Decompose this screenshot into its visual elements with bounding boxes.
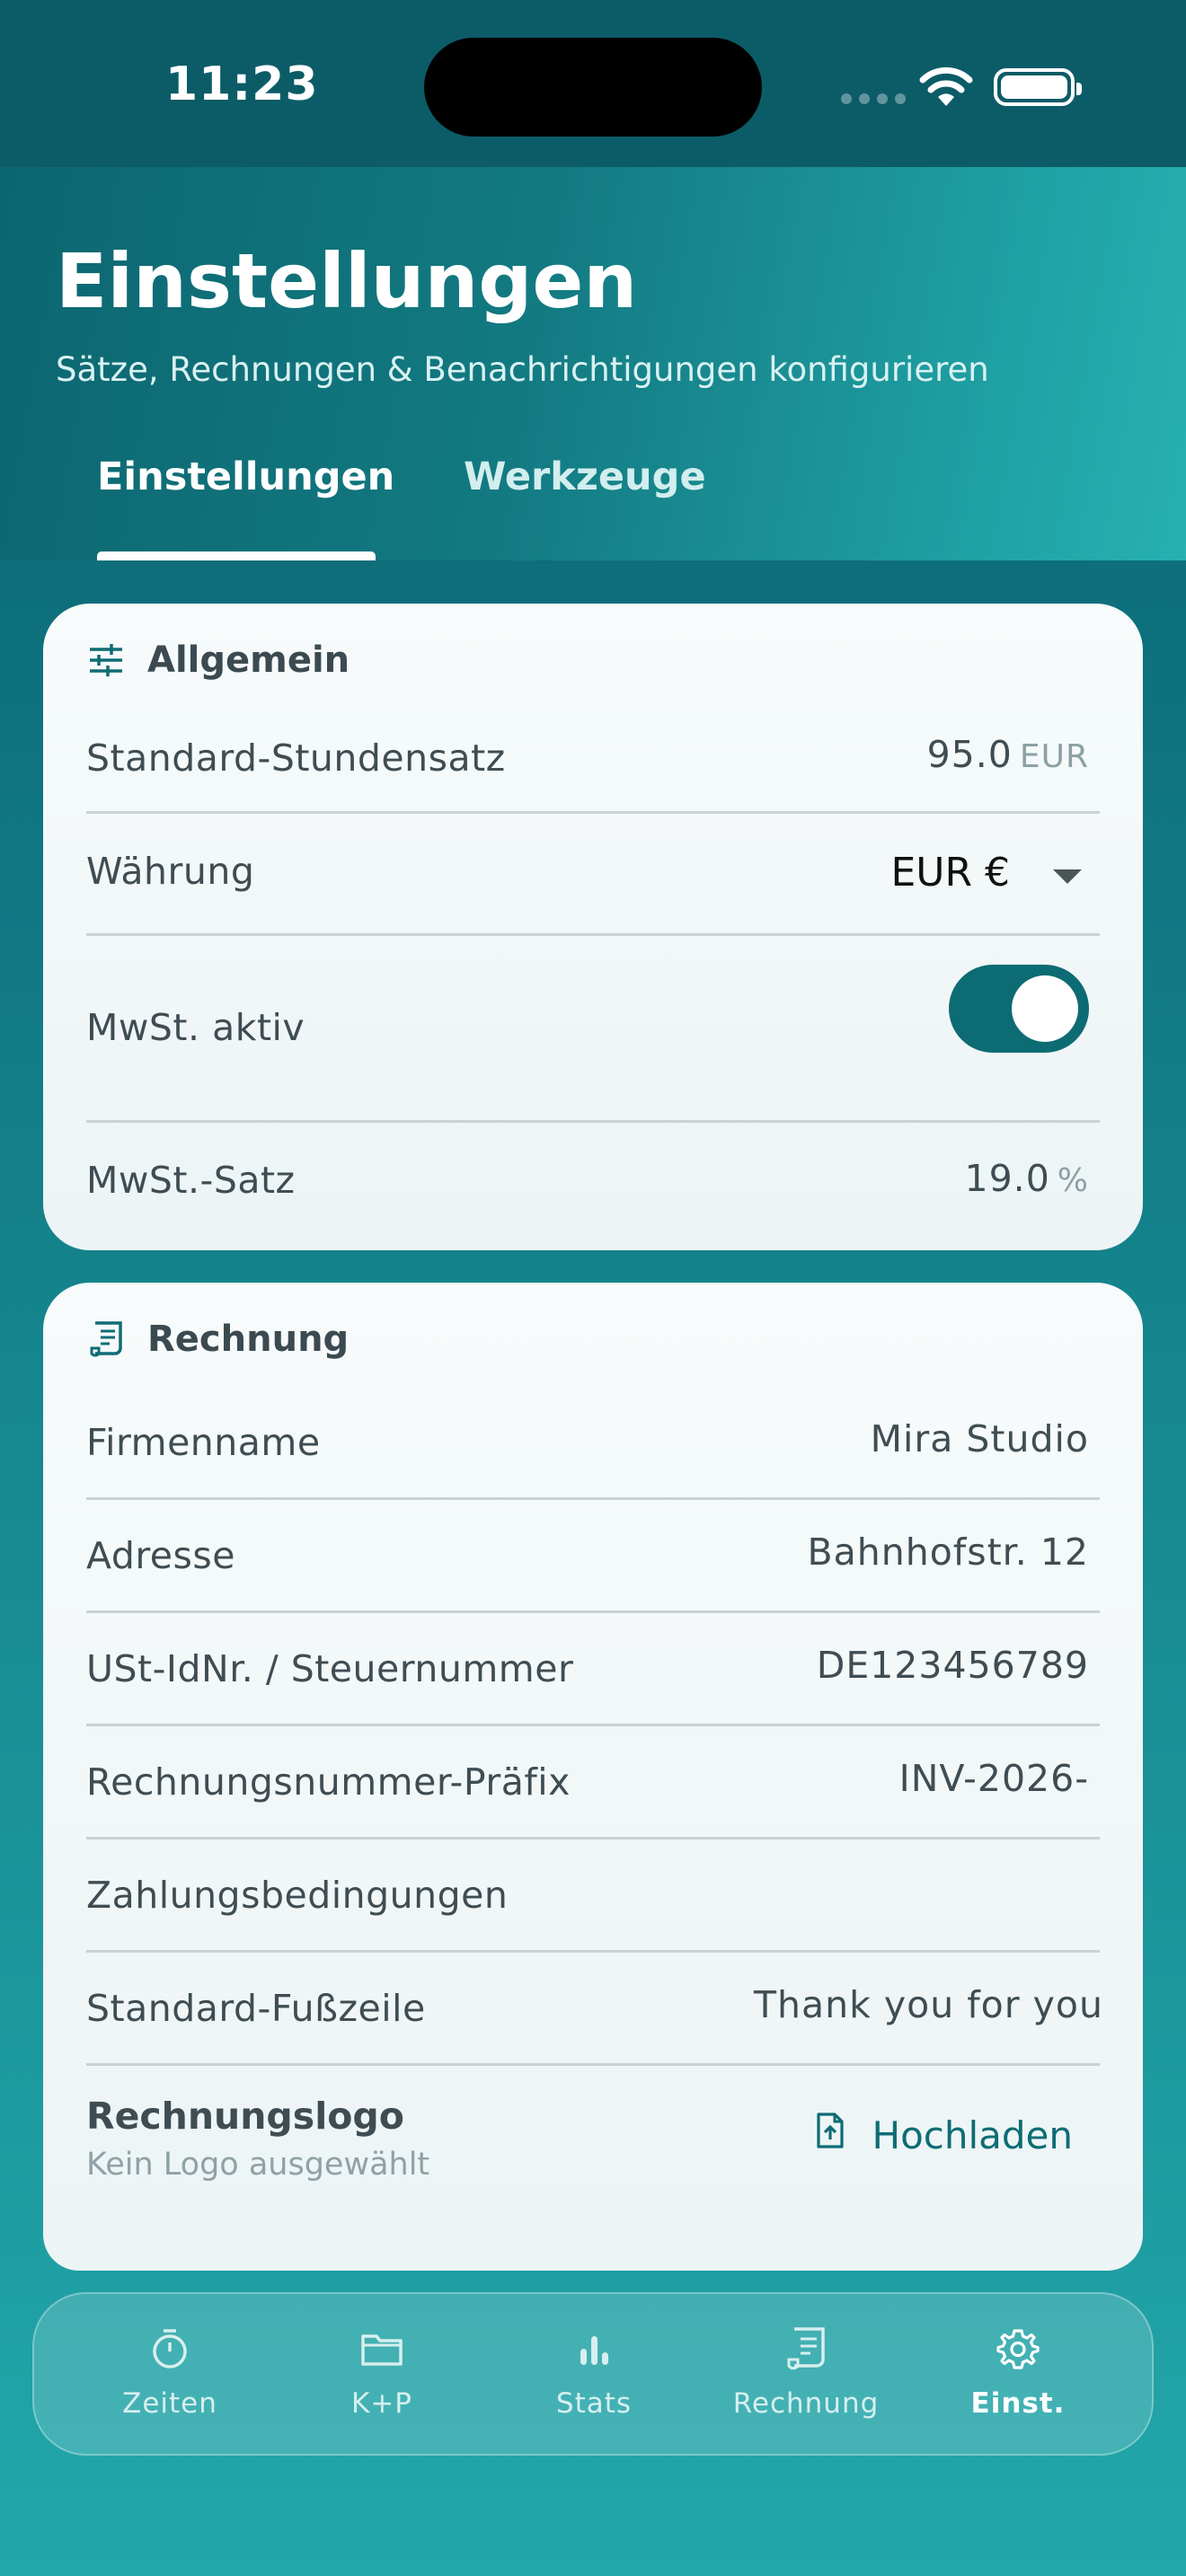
vat-rate-row[interactable]: MwSt.-Satz 19.0%: [86, 1123, 1100, 1231]
hourly-rate-unit: EUR: [1019, 738, 1089, 775]
footer-label: Standard-Fußzeile: [86, 1987, 426, 2030]
general-card-title: Allgemein: [147, 640, 350, 681]
tab-einstellungen[interactable]: Einstellungen: [97, 454, 394, 499]
invoice-card-title: Rechnung: [147, 1319, 350, 1360]
hourly-rate-field[interactable]: 95.0 EUR: [927, 733, 1089, 776]
currency-row[interactable]: Währung EUR €: [86, 814, 1100, 936]
vat-rate-field[interactable]: 19.0%: [964, 1157, 1089, 1200]
currency-label: Währung: [86, 850, 255, 893]
invoice-prefix-field[interactable]: INV-2026-: [899, 1757, 1089, 1800]
sliders-icon: [88, 642, 124, 678]
nav-label-kp: K+P: [351, 2387, 412, 2420]
general-card-header: Allgemein: [88, 640, 350, 681]
address-label: Adresse: [86, 1534, 235, 1577]
nav-item-stats[interactable]: Stats: [504, 2326, 684, 2420]
upload-file-icon: [816, 2113, 845, 2157]
invoice-logo-status: Kein Logo ausgewählt: [86, 2147, 430, 2183]
address-row[interactable]: Adresse Bahnhofstr. 12: [86, 1500, 1100, 1613]
nav-label-stats: Stats: [555, 2387, 633, 2420]
upload-logo-button[interactable]: Hochladen: [816, 2113, 1073, 2157]
nav-item-kp[interactable]: K+P: [292, 2326, 472, 2420]
company-name-label: Firmenname: [86, 1421, 321, 1464]
stopwatch-icon: [80, 2326, 260, 2371]
vat-active-row: MwSt. aktiv: [86, 936, 1100, 1123]
invoice-settings-card: Rechnung Firmenname Mira Studio Adresse …: [43, 1283, 1143, 2271]
status-time: 11:23: [165, 57, 319, 111]
footer-row[interactable]: Standard-Fußzeile Thank you for you: [86, 1953, 1103, 2066]
company-name-row[interactable]: Firmenname Mira Studio: [86, 1389, 1100, 1500]
page-title: Einstellungen: [56, 237, 638, 325]
general-settings-card: Allgemein Standard-Stundensatz 95.0 EUR W…: [43, 604, 1143, 1250]
nav-label-zeiten: Zeiten: [122, 2387, 217, 2420]
wifi-icon: [918, 65, 974, 111]
nav-label-einstellungen: Einst.: [970, 2387, 1066, 2420]
invoice-logo-label: Rechnungslogo: [86, 2095, 404, 2138]
payment-terms-label: Zahlungsbedingungen: [86, 1874, 509, 1917]
receipt-icon: [716, 2326, 896, 2371]
page-header: Einstellungen Sätze, Rechnungen & Benach…: [0, 167, 1186, 560]
nav-item-zeiten[interactable]: Zeiten: [80, 2326, 260, 2420]
invoice-logo-row: Rechnungslogo Kein Logo ausgewählt Hochl…: [86, 2095, 1100, 2211]
active-tab-indicator: [97, 551, 376, 560]
hourly-rate-value: 95.0: [926, 733, 1013, 776]
vat-active-toggle[interactable]: [949, 965, 1089, 1053]
gear-icon: [928, 2326, 1108, 2371]
folder-icon: [292, 2326, 472, 2371]
dynamic-island: [424, 38, 762, 137]
bar-chart-icon: [504, 2326, 684, 2371]
tax-id-label: USt-IdNr. / Steuernummer: [86, 1647, 574, 1690]
company-name-field[interactable]: Mira Studio: [871, 1417, 1089, 1460]
hourly-rate-label: Standard-Stundensatz: [86, 737, 506, 780]
upload-logo-label: Hochladen: [872, 2113, 1073, 2157]
tab-bar: Einstellungen Werkzeuge: [0, 437, 1186, 560]
currency-select[interactable]: EUR €: [890, 850, 1010, 895]
invoice-prefix-row[interactable]: Rechnungsnummer-Präfix INV-2026-: [86, 1726, 1100, 1839]
tax-id-row[interactable]: USt-IdNr. / Steuernummer DE123456789: [86, 1613, 1100, 1726]
battery-icon: [994, 68, 1082, 106]
bottom-navigation: Zeiten K+P Stats Rechnung Einst.: [32, 2292, 1154, 2456]
vat-rate-value: 19.0: [964, 1157, 1050, 1200]
nav-label-rechnung: Rechnung: [732, 2387, 880, 2420]
chevron-down-icon[interactable]: [1053, 869, 1082, 884]
receipt-icon: [88, 1321, 124, 1357]
status-bar: 11:23: [0, 0, 1186, 167]
hourly-rate-row[interactable]: Standard-Stundensatz 95.0 EUR: [86, 711, 1100, 814]
tab-werkzeuge[interactable]: Werkzeuge: [464, 454, 706, 499]
footer-field[interactable]: Thank you for you: [754, 1983, 1103, 2026]
address-field[interactable]: Bahnhofstr. 12: [808, 1531, 1090, 1574]
vat-rate-unit: %: [1057, 1162, 1089, 1199]
tax-id-field[interactable]: DE123456789: [817, 1644, 1089, 1687]
signal-icon: [841, 93, 906, 104]
page-subtitle: Sätze, Rechnungen & Benachrichtigungen k…: [56, 350, 989, 389]
invoice-card-header: Rechnung: [88, 1319, 349, 1360]
nav-item-rechnung[interactable]: Rechnung: [716, 2326, 896, 2420]
payment-terms-row[interactable]: Zahlungsbedingungen: [86, 1839, 1100, 1953]
vat-active-label: MwSt. aktiv: [86, 1006, 305, 1049]
invoice-prefix-label: Rechnungsnummer-Präfix: [86, 1760, 571, 1804]
vat-rate-label: MwSt.-Satz: [86, 1159, 296, 1202]
toggle-knob: [1012, 975, 1078, 1042]
nav-item-einstellungen[interactable]: Einst.: [928, 2326, 1108, 2420]
